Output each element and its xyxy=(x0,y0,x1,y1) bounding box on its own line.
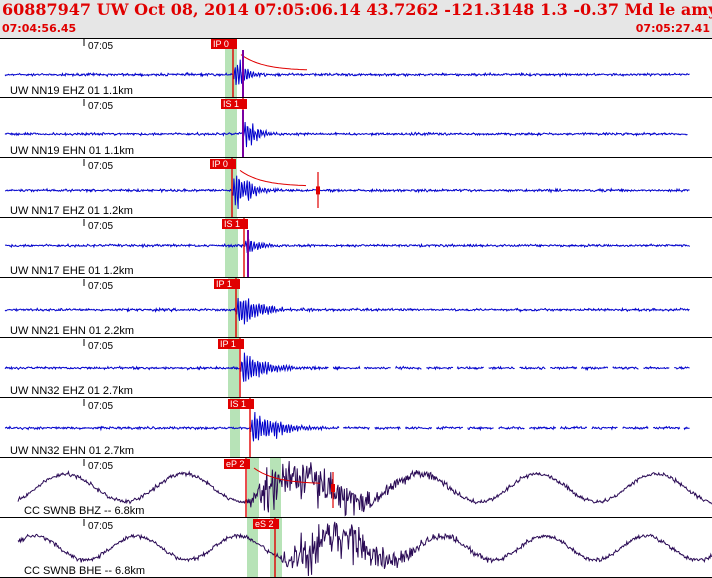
minute-label: 07:05 xyxy=(88,221,113,232)
waveform-trace xyxy=(4,121,688,148)
channel-label: UW NN32 EHZ 01 2.7km xyxy=(10,385,133,397)
channel-label: UW NN17 EHZ 01 1.2km xyxy=(10,205,133,217)
waveform-trace xyxy=(4,297,690,325)
coda-end-marker xyxy=(316,186,320,195)
pick-label: IS 1 xyxy=(224,219,240,229)
minute-label: 07:05 xyxy=(88,281,113,292)
waveform-trace xyxy=(4,238,690,253)
window-start-time: 07:04:56.45 xyxy=(2,22,77,35)
pick-label: eS 2 xyxy=(255,519,274,529)
minute-label: 07:05 xyxy=(88,101,113,112)
minute-label: 07:05 xyxy=(88,341,113,352)
waveform-trace xyxy=(4,352,690,382)
minute-label: 07:05 xyxy=(88,461,113,472)
coda-curve xyxy=(240,54,308,71)
channel-label: CC SWNB BHE -- 6.8km xyxy=(24,565,145,577)
channel-label: UW NN32 EHN 01 2.7km xyxy=(10,445,134,457)
channel-label: UW NN21 EHN 01 2.2km xyxy=(10,325,134,337)
waveform-trace xyxy=(4,175,690,210)
pick-label: IP 0 xyxy=(213,39,229,49)
seismogram-viewer: 60887947 UW Oct 08, 2014 07:05:06.14 43.… xyxy=(0,0,712,578)
channel-label: UW NN17 EHE 01 1.2km xyxy=(10,265,133,277)
minute-label: 07:05 xyxy=(88,161,113,172)
channel-label: UW NN19 EHZ 01 1.1km xyxy=(10,85,133,97)
event-title: 60887947 UW Oct 08, 2014 07:05:06.14 43.… xyxy=(2,0,712,19)
channel-label: CC SWNB BHZ -- 6.8km xyxy=(24,505,144,517)
pick-label: IP 1 xyxy=(220,339,236,349)
pick-label: IP 1 xyxy=(216,279,232,289)
minute-label: 07:05 xyxy=(88,41,113,52)
coda-end-marker xyxy=(331,484,335,492)
pick-label: IS 1 xyxy=(223,99,239,109)
channel-label: UW NN19 EHN 01 1.1km xyxy=(10,145,134,157)
waveform-trace xyxy=(4,411,690,442)
waveform-trace xyxy=(4,59,690,85)
minute-label: 07:05 xyxy=(88,521,113,532)
window-end-time: 07:05:27.41 xyxy=(635,22,710,35)
pick-label: IS 1 xyxy=(230,399,246,409)
minute-label: 07:05 xyxy=(88,401,113,412)
analysis-window xyxy=(270,458,281,518)
pick-label: IP 0 xyxy=(212,159,228,169)
pick-label: eP 2 xyxy=(226,459,244,469)
trace-panels: IP 0 07:05 UW NN19 EHZ 01 1.1km IS 1 07:05 UW… xyxy=(0,38,712,578)
event-header: 60887947 UW Oct 08, 2014 07:05:06.14 43.… xyxy=(0,0,712,38)
